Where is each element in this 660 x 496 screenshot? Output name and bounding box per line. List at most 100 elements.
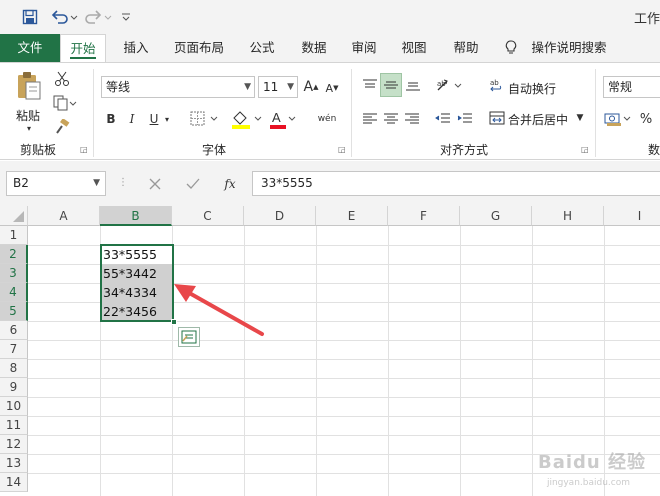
column-header-f[interactable]: F bbox=[388, 206, 460, 226]
increase-indent-icon[interactable] bbox=[455, 109, 475, 129]
row-header-3[interactable]: 3 bbox=[0, 264, 28, 283]
alignment-launcher-icon[interactable]: ◲ bbox=[581, 145, 589, 154]
row-header-12[interactable]: 12 bbox=[0, 435, 28, 454]
shrink-font-glyph: A bbox=[325, 81, 334, 95]
insert-function-icon[interactable]: fx bbox=[218, 174, 242, 194]
worksheet-grid[interactable]: A B C D E F G H I 1 2 3 4 5 6 7 8 9 10 1… bbox=[0, 206, 660, 496]
gridline bbox=[460, 226, 461, 496]
align-bottom-icon[interactable] bbox=[403, 75, 423, 95]
align-center-icon[interactable] bbox=[381, 109, 401, 129]
font-name-value: 等线 bbox=[106, 80, 131, 94]
bold-button[interactable]: B bbox=[103, 109, 119, 129]
row-header-13[interactable]: 13 bbox=[0, 454, 28, 473]
number-group-label: 数 bbox=[648, 143, 660, 157]
paste-label[interactable]: 粘贴 bbox=[16, 107, 40, 124]
name-box-value: B2 bbox=[13, 176, 29, 190]
merge-dropdown-icon[interactable]: ▼ bbox=[574, 111, 586, 125]
column-header-g[interactable]: G bbox=[460, 206, 532, 226]
column-header-i[interactable]: I bbox=[604, 206, 660, 226]
chevron-down-icon: ▼ bbox=[93, 178, 100, 188]
align-left-icon[interactable] bbox=[360, 109, 380, 129]
tab-view[interactable]: 视图 bbox=[392, 34, 436, 62]
row-header-11[interactable]: 11 bbox=[0, 416, 28, 435]
paste-icon[interactable] bbox=[14, 69, 44, 103]
tab-formulas[interactable]: 公式 bbox=[240, 34, 284, 62]
row-header-7[interactable]: 7 bbox=[0, 340, 28, 359]
clipboard-group-label: 剪贴板 bbox=[20, 143, 57, 157]
row-header-2[interactable]: 2 bbox=[0, 245, 28, 264]
font-name-dropdown[interactable]: 等线 ▼ bbox=[101, 76, 255, 98]
clipboard-launcher-icon[interactable]: ◲ bbox=[80, 145, 88, 154]
merge-center-label[interactable]: 合并后居中 bbox=[508, 111, 568, 128]
fill-color-icon[interactable] bbox=[230, 108, 264, 130]
format-painter-icon[interactable] bbox=[52, 117, 72, 137]
phonetic-guide-icon[interactable]: wén bbox=[310, 107, 344, 131]
font-size-dropdown[interactable]: 11 ▼ bbox=[258, 76, 298, 98]
tab-review[interactable]: 审阅 bbox=[342, 34, 386, 62]
enter-icon[interactable] bbox=[180, 174, 206, 194]
row-header-10[interactable]: 10 bbox=[0, 397, 28, 416]
row-header-9[interactable]: 9 bbox=[0, 378, 28, 397]
decrease-indent-icon[interactable] bbox=[433, 109, 453, 129]
tab-file[interactable]: 文件 bbox=[0, 34, 60, 62]
align-middle-icon[interactable] bbox=[380, 73, 402, 97]
separator bbox=[351, 69, 352, 157]
row-header-14[interactable]: 14 bbox=[0, 473, 28, 492]
copy-icon[interactable] bbox=[52, 93, 78, 113]
align-right-icon[interactable] bbox=[402, 109, 422, 129]
font-group-label: 字体 bbox=[202, 143, 227, 157]
lightbulb-icon bbox=[504, 34, 518, 62]
gridline bbox=[28, 359, 660, 360]
column-header-c[interactable]: C bbox=[172, 206, 244, 226]
wrap-text-icon[interactable]: ab bbox=[488, 77, 506, 95]
tell-me-search[interactable]: 操作说明搜索 bbox=[530, 34, 608, 62]
merge-center-icon[interactable] bbox=[488, 109, 506, 127]
column-header-h[interactable]: H bbox=[532, 206, 604, 226]
row-header-8[interactable]: 8 bbox=[0, 359, 28, 378]
column-header-b[interactable]: B bbox=[100, 206, 172, 226]
row-header-6[interactable]: 6 bbox=[0, 321, 28, 340]
grow-font-icon[interactable]: A ▲ bbox=[303, 77, 319, 97]
gridline bbox=[28, 378, 660, 379]
row-header-1[interactable]: 1 bbox=[0, 226, 28, 245]
paste-dropdown-icon[interactable]: ▾ bbox=[22, 123, 36, 133]
formula-input[interactable]: 33*5555 bbox=[252, 171, 660, 196]
separator bbox=[93, 69, 94, 157]
undo-icon[interactable] bbox=[50, 7, 80, 27]
row-header-4[interactable]: 4 bbox=[0, 283, 28, 302]
cut-icon[interactable] bbox=[52, 69, 72, 89]
row-header-5[interactable]: 5 bbox=[0, 302, 28, 321]
column-header-d[interactable]: D bbox=[244, 206, 316, 226]
ribbon-tabs: 文件 开始 插入 页面布局 公式 数据 审阅 视图 帮助 操作说明搜索 bbox=[0, 34, 660, 63]
borders-icon[interactable] bbox=[190, 109, 220, 129]
italic-button[interactable]: I bbox=[124, 109, 140, 129]
cancel-icon[interactable] bbox=[142, 174, 168, 194]
tab-home[interactable]: 开始 bbox=[60, 34, 106, 63]
align-top-icon[interactable] bbox=[360, 75, 380, 95]
wrap-text-label[interactable]: 自动换行 bbox=[508, 80, 556, 97]
underline-button[interactable]: U bbox=[146, 109, 162, 129]
redo-icon[interactable] bbox=[84, 7, 114, 27]
percent-style-button[interactable]: % bbox=[638, 109, 654, 129]
font-launcher-icon[interactable]: ◲ bbox=[338, 145, 346, 154]
shrink-font-icon[interactable]: A ▼ bbox=[324, 79, 340, 97]
tab-help[interactable]: 帮助 bbox=[444, 34, 488, 62]
svg-text:ab: ab bbox=[490, 79, 499, 87]
watermark-sub: jingyan.baidu.com bbox=[546, 478, 630, 488]
column-header-a[interactable]: A bbox=[28, 206, 100, 226]
orientation-icon[interactable]: ab bbox=[435, 75, 465, 95]
tab-page-layout[interactable]: 页面布局 bbox=[166, 34, 232, 62]
phonetic-glyph: wén bbox=[317, 114, 337, 124]
tab-insert[interactable]: 插入 bbox=[114, 34, 158, 62]
tab-data[interactable]: 数据 bbox=[292, 34, 336, 62]
column-header-e[interactable]: E bbox=[316, 206, 388, 226]
customize-qat-icon[interactable] bbox=[118, 7, 134, 27]
name-box[interactable]: B2 ▼ bbox=[6, 171, 106, 196]
select-all-corner[interactable] bbox=[0, 206, 28, 226]
formula-bar-grip-icon[interactable]: ⋮ bbox=[118, 177, 128, 188]
number-format-dropdown[interactable]: 常规 bbox=[603, 76, 660, 98]
accounting-format-icon[interactable] bbox=[604, 109, 634, 129]
save-icon[interactable] bbox=[20, 7, 40, 27]
underline-dropdown-icon[interactable]: ▾ bbox=[162, 111, 172, 127]
font-color-icon[interactable]: A bbox=[268, 108, 298, 130]
